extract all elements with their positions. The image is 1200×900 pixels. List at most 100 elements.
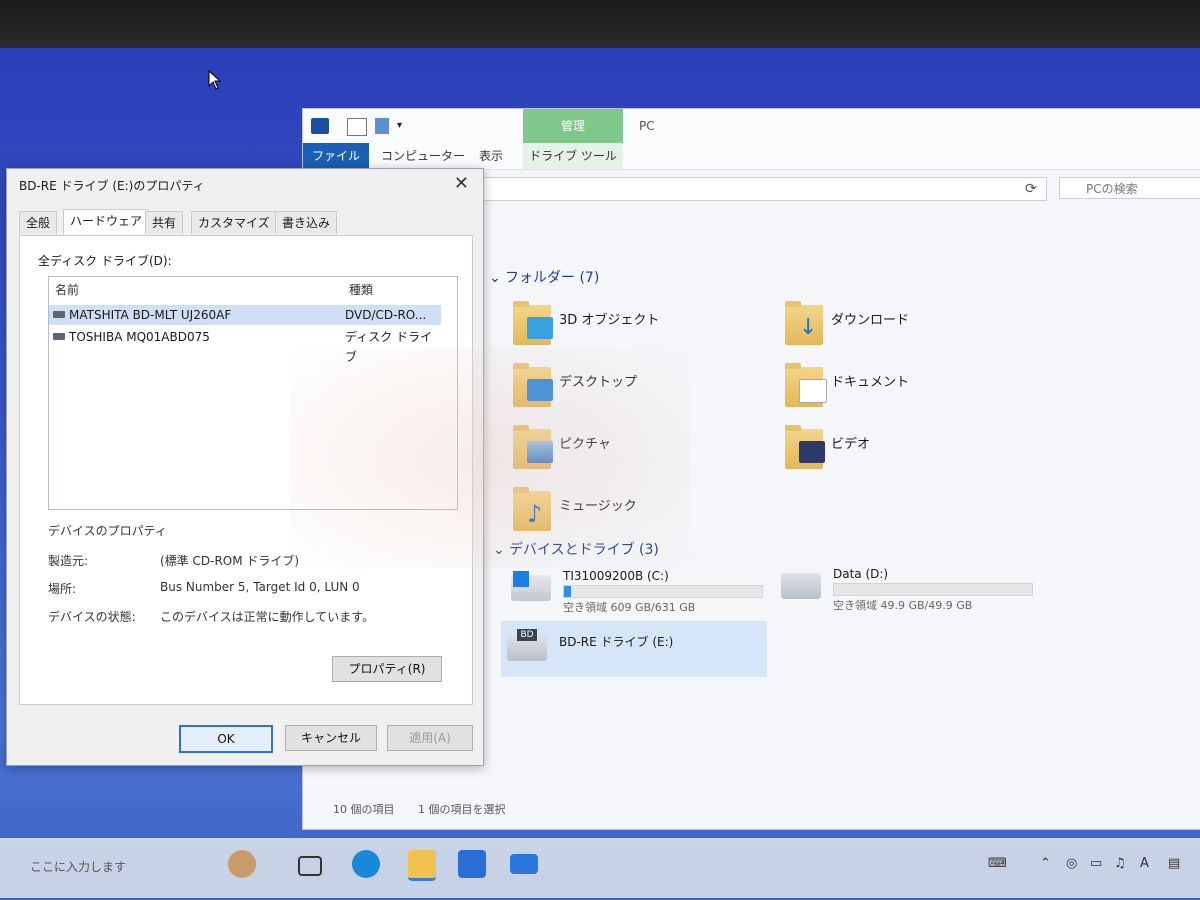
all-drives-label: 全ディスク ドライブ(D):: [38, 254, 172, 268]
ok-button[interactable]: OK: [179, 725, 273, 753]
mail-icon[interactable]: [510, 854, 538, 874]
customize-toolbar-icon[interactable]: ▾: [397, 118, 407, 134]
drive-c[interactable]: TI31009200B (C:) 空き領域 609 GB/631 GB: [505, 567, 767, 615]
group-folders-label: フォルダー (7): [505, 270, 600, 286]
notification-icon[interactable]: ▤: [1168, 856, 1180, 871]
tab-computer[interactable]: コンピューター: [381, 143, 465, 169]
cube-icon: [527, 317, 553, 339]
monitor-bezel: [0, 0, 1200, 48]
close-icon[interactable]: ✕: [454, 173, 469, 194]
tab-view[interactable]: 表示: [479, 143, 503, 169]
folder-label: ダウンロード: [831, 313, 910, 328]
cat-icon: [228, 850, 256, 878]
address-bar[interactable]: [473, 177, 1047, 201]
new-folder-icon[interactable]: [375, 118, 389, 134]
windows-logo-icon: [513, 571, 529, 587]
dvd-drive-icon: [53, 311, 65, 318]
task-view-icon[interactable]: [298, 856, 322, 876]
prop-status-label: デバイスの状態:: [48, 610, 136, 624]
edge-icon[interactable]: [352, 850, 380, 878]
drive-usage-bar: [833, 583, 1033, 596]
status-item-count: 10 個の項目: [333, 803, 395, 816]
chevron-down-icon: ⌄: [489, 270, 501, 286]
folder-label: ピクチャ: [559, 437, 611, 452]
list-item-type: ディスク ドライブ: [345, 330, 432, 364]
battery-icon[interactable]: ▭: [1090, 856, 1102, 871]
prop-location-value: Bus Number 5, Target Id 0, LUN 0: [160, 580, 360, 594]
drive-usage-fill: [564, 586, 571, 597]
properties-button[interactable]: プロパティ(R): [332, 656, 442, 682]
tab-general[interactable]: 全般: [19, 211, 58, 234]
keyboard-icon[interactable]: ⌨: [988, 856, 1007, 871]
drive-label: BD-RE ドライブ (E:): [559, 635, 674, 649]
column-header-type[interactable]: 種類: [349, 281, 373, 298]
tab-drive-tools[interactable]: ドライブ ツール: [523, 143, 623, 169]
status-bar: 10 個の項目 1 個の項目を選択: [333, 801, 506, 817]
drive-label: TI31009200B (C:): [563, 569, 669, 583]
list-item[interactable]: MATSHITA BD-MLT UJ260AF DVD/CD-RO...: [49, 305, 441, 325]
drive-list[interactable]: 名前 種類 MATSHITA BD-MLT UJ260AF DVD/CD-RO.…: [48, 276, 458, 510]
folder-videos[interactable]: ビデオ: [785, 423, 1045, 483]
drive-e[interactable]: BD BD-RE ドライブ (E:): [501, 621, 767, 677]
folder-documents[interactable]: ドキュメント: [785, 361, 1045, 421]
folder-label: ドキュメント: [831, 375, 910, 390]
ribbon-manage-tab[interactable]: 管理: [523, 109, 623, 143]
status-selected-count: 1 個の項目を選択: [418, 803, 506, 816]
store-icon[interactable]: [458, 850, 486, 878]
taskbar-search-box[interactable]: ここに入力します: [30, 858, 126, 875]
tab-file[interactable]: ファイル: [303, 143, 369, 169]
folder-label: デスクトップ: [559, 375, 638, 390]
device-properties-label: デバイスのプロパティ: [48, 524, 167, 538]
dialog-title: BD-RE ドライブ (E:)のプロパティ: [19, 179, 205, 193]
folder-downloads[interactable]: ↓ ダウンロード: [785, 299, 1045, 359]
chevron-up-icon[interactable]: ⌃: [1040, 856, 1051, 871]
cancel-button[interactable]: キャンセル: [285, 725, 377, 751]
disk-drive-icon: [53, 333, 65, 340]
hardware-panel: 全ディスク ドライブ(D): 名前 種類 MATSHITA BD-MLT UJ2…: [19, 235, 473, 705]
folder-label: ビデオ: [831, 437, 871, 452]
folder-label: ミュージック: [559, 499, 637, 514]
film-icon: [799, 441, 825, 463]
search-input[interactable]: PCの検索: [1059, 177, 1200, 199]
windows-drive-icon: [511, 571, 551, 601]
bd-badge: BD: [517, 629, 537, 641]
tab-customize[interactable]: カスタマイズ: [191, 211, 277, 234]
quick-access-toolbar: ▾ 管理 PC: [303, 109, 1200, 143]
tab-burn[interactable]: 書き込み: [275, 211, 338, 234]
network-icon[interactable]: ◎: [1066, 856, 1077, 871]
column-header-name[interactable]: 名前: [55, 281, 79, 298]
desktop: ▾ 管理 PC ファイル コンピューター 表示 ドライブ ツール ⟳ PCの検索…: [0, 48, 1200, 900]
apply-button[interactable]: 適用(A): [387, 725, 473, 751]
list-item-type: DVD/CD-RO...: [345, 308, 427, 322]
content-pane: ⌄ フォルダー (7) 3D オブジェクト ↓ ダウンロード デスクトップ ドキュ: [479, 209, 1200, 809]
document-icon: [799, 379, 827, 403]
prop-location-label: 場所:: [48, 582, 77, 596]
ime-mode-icon[interactable]: A: [1140, 856, 1149, 871]
group-devices[interactable]: ⌄ デバイスとドライブ (3): [493, 539, 659, 559]
list-item-name: TOSHIBA MQ01ABD075: [69, 330, 210, 344]
speaker-icon[interactable]: ♫: [1114, 856, 1126, 871]
folder-pictures[interactable]: ピクチャ: [513, 423, 773, 483]
folder-3d-objects[interactable]: 3D オブジェクト: [513, 299, 773, 359]
drive-free-space: 空き領域 49.9 GB/49.9 GB: [833, 599, 973, 612]
file-explorer-icon[interactable]: [408, 850, 436, 881]
drive-d[interactable]: Data (D:) 空き領域 49.9 GB/49.9 GB: [775, 565, 1037, 613]
ribbon-tabs: ファイル コンピューター 表示 ドライブ ツール: [303, 143, 1200, 170]
group-devices-label: デバイスとドライブ (3): [509, 542, 659, 558]
folder-label: 3D オブジェクト: [559, 313, 660, 328]
folder-music[interactable]: ♪ ミュージック: [513, 485, 773, 545]
download-arrow-icon: ↓: [799, 315, 818, 340]
bd-drive-icon: BD: [507, 629, 547, 661]
properties-icon[interactable]: [347, 118, 367, 136]
group-folders[interactable]: ⌄ フォルダー (7): [489, 267, 599, 287]
drive-label: Data (D:): [833, 567, 889, 581]
tab-sharing[interactable]: 共有: [145, 211, 184, 234]
properties-dialog: BD-RE ドライブ (E:)のプロパティ ✕ 全般 ハードウェア 共有 カスタ…: [6, 168, 484, 766]
list-item[interactable]: TOSHIBA MQ01ABD075 ディスク ドライブ: [49, 327, 441, 364]
music-note-icon: ♪: [527, 500, 543, 528]
computer-icon[interactable]: [311, 118, 329, 134]
hard-drive-icon: [781, 573, 821, 599]
tab-hardware[interactable]: ハードウェア: [63, 209, 150, 234]
folder-desktop[interactable]: デスクトップ: [513, 361, 773, 421]
refresh-icon[interactable]: ⟳: [1025, 181, 1037, 197]
